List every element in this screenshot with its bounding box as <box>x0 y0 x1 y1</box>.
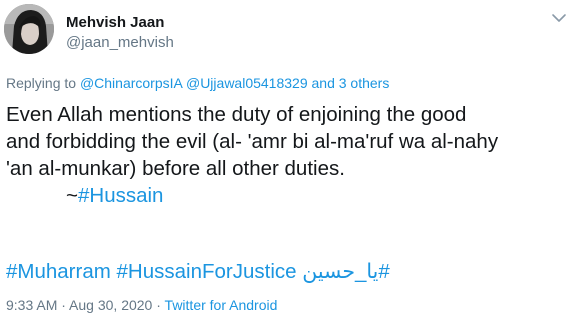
author-handle[interactable]: @jaan_mehvish <box>66 34 174 51</box>
chevron-down-icon[interactable] <box>549 10 569 26</box>
reply-mention-2[interactable]: @Ujjawal05418329 <box>186 75 308 91</box>
hashtag-hussainforjustice[interactable]: #HussainForJustice <box>117 260 297 283</box>
hashtag-ya-hussain[interactable]: #يا_حسين <box>302 260 390 283</box>
tweet-text-line-1: Even Allah mentions the duty of enjoinin… <box>6 103 467 126</box>
tweet-text-line-2: and forbidding the evil (al- 'amr bi al-… <box>6 130 499 153</box>
tweet-time[interactable]: 9:33 AM <box>6 297 57 313</box>
meta-separator: · <box>152 297 165 313</box>
replying-to-label: Replying to <box>6 75 77 91</box>
tweet-meta: 9:33 AM · Aug 30, 2020 · Twitter for And… <box>6 297 277 313</box>
tweet-source-link[interactable]: Twitter for Android <box>165 297 278 313</box>
tweet-text-line-3: 'an al-munkar) before all other duties. <box>6 157 345 180</box>
tweet-text-line-4: ~#Hussain <box>6 182 578 209</box>
reply-mention-1[interactable]: @ChinarcorpsIA <box>80 75 182 91</box>
replying-to: Replying to @ChinarcorpsIA @Ujjawal05418… <box>6 75 389 91</box>
avatar[interactable] <box>4 4 54 54</box>
hashtag-line: #Muharram #HussainForJustice #يا_حسين <box>6 258 390 285</box>
tweet-date[interactable]: Aug 30, 2020 <box>69 297 152 313</box>
tweet-text: Even Allah mentions the duty of enjoinin… <box>6 101 578 209</box>
profile-photo-icon <box>4 4 54 54</box>
tweet: Mehvish Jaan @jaan_mehvish Replying to @… <box>0 0 579 327</box>
reply-others-link[interactable]: and 3 others <box>312 75 390 91</box>
hashtag-hussain[interactable]: #Hussain <box>78 184 163 207</box>
tilde-prefix: ~ <box>66 184 78 207</box>
author-name[interactable]: Mehvish Jaan <box>66 14 164 31</box>
meta-separator: · <box>57 297 70 313</box>
hashtag-muharram[interactable]: #Muharram <box>6 260 111 283</box>
